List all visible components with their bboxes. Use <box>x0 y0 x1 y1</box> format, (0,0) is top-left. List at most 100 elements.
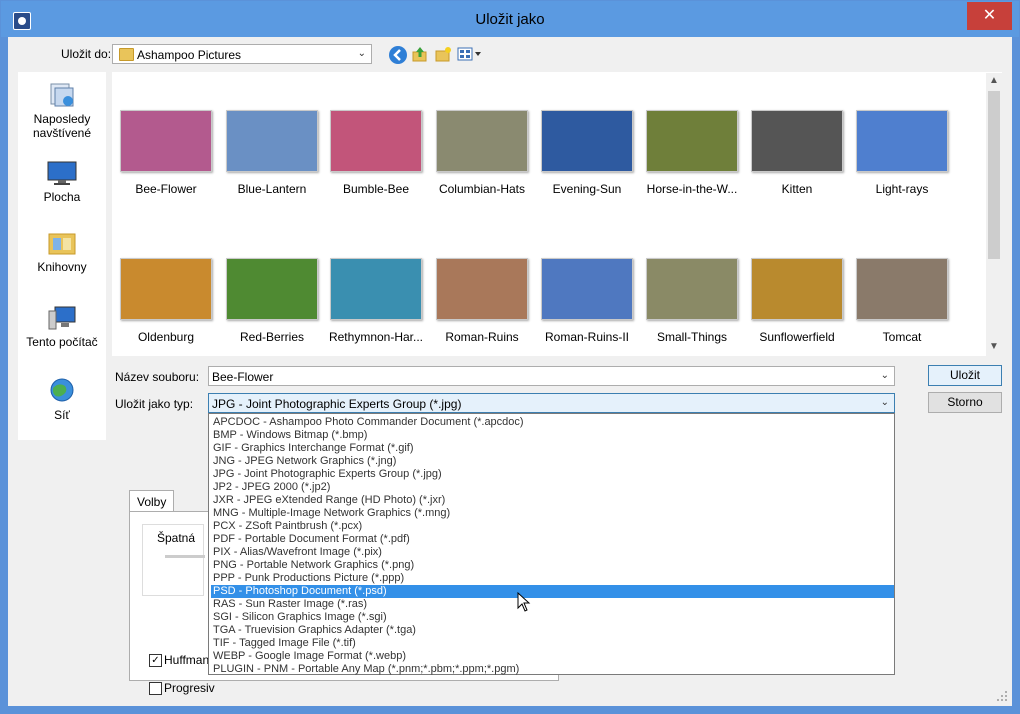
recent-places-icon <box>47 82 77 108</box>
thumbnail-image <box>751 110 843 172</box>
filetype-option[interactable]: APCDOC - Ashampoo Photo Commander Docume… <box>211 416 894 429</box>
filetype-option[interactable]: SGI - Silicon Graphics Image (*.sgi) <box>211 611 894 624</box>
thumbnail-image <box>226 258 318 320</box>
filetype-option[interactable]: JPG - Joint Photographic Experts Group (… <box>211 468 894 481</box>
save-in-value: Ashampoo Pictures <box>137 48 242 62</box>
filename-value: Bee-Flower <box>212 370 274 384</box>
place-computer[interactable]: Tento počítač <box>18 305 106 349</box>
place-recent-label: Naposledy navštívené <box>32 112 92 140</box>
thumbnail-image <box>330 110 422 172</box>
filetype-option[interactable]: JXR - JPEG eXtended Range (HD Photo) (*.… <box>211 494 894 507</box>
thumb-item[interactable]: Columbian-Hats <box>432 110 532 196</box>
dialog-client: Uložit do: Ashampoo Pictures ⌄ Naposledy… <box>8 37 1012 706</box>
quality-slider[interactable] <box>165 555 205 558</box>
thumbnail-image <box>856 110 948 172</box>
chevron-down-icon[interactable]: ⌄ <box>881 370 889 381</box>
save-in-combo[interactable]: Ashampoo Pictures ⌄ <box>112 44 372 64</box>
file-browser: Bee-Flower Blue-Lantern Bumble-Bee Colum… <box>112 72 1002 356</box>
filetype-option[interactable]: PPP - Punk Productions Picture (*.ppp) <box>211 572 894 585</box>
thumb-item[interactable]: Blue-Lantern <box>222 110 322 196</box>
thumbnail-image <box>646 110 738 172</box>
thumb-item[interactable]: Rethymnon-Har... <box>326 258 426 344</box>
filetype-option[interactable]: JNG - JPEG Network Graphics (*.jng) <box>211 455 894 468</box>
network-icon <box>47 378 77 404</box>
quality-low-label: Špatná <box>157 531 196 545</box>
libraries-icon <box>47 230 77 256</box>
thumb-item[interactable]: Small-Things <box>642 258 742 344</box>
close-button[interactable]: ✕ <box>967 2 1012 30</box>
filetype-option[interactable]: BMP - Windows Bitmap (*.bmp) <box>211 429 894 442</box>
progressive-checkbox[interactable] <box>149 682 162 695</box>
desktop-icon <box>47 160 77 186</box>
place-desktop[interactable]: Plocha <box>18 160 106 204</box>
filename-input[interactable]: Bee-Flower ⌄ <box>208 366 895 386</box>
thumb-item[interactable]: Light-rays <box>852 110 952 196</box>
thumb-item[interactable]: Kitten <box>747 110 847 196</box>
filetype-option[interactable]: TIF - Tagged Image File (*.tif) <box>211 637 894 650</box>
computer-icon <box>47 305 77 331</box>
resize-grip-icon[interactable] <box>996 690 1008 702</box>
filetype-option[interactable]: JP2 - JPEG 2000 (*.jp2) <box>211 481 894 494</box>
filetype-select[interactable]: JPG - Joint Photographic Experts Group (… <box>208 393 895 413</box>
thumbnail-image <box>226 110 318 172</box>
thumbnail-image <box>856 258 948 320</box>
thumb-item[interactable]: Roman-Ruins-II <box>537 258 637 344</box>
filetype-option[interactable]: PCX - ZSoft Paintbrush (*.pcx) <box>211 520 894 533</box>
new-folder-icon[interactable] <box>434 45 452 63</box>
place-libraries[interactable]: Knihovny <box>18 230 106 274</box>
scroll-down-icon[interactable]: ▼ <box>986 341 1002 352</box>
save-as-dialog: Uložit jako ✕ Uložit do: Ashampoo Pictur… <box>0 0 1020 714</box>
scroll-up-icon[interactable]: ▲ <box>986 75 1002 86</box>
filetype-option[interactable]: PLUGIN - PNM - Portable Any Map (*.pnm;*… <box>211 663 894 676</box>
thumb-item[interactable]: Roman-Ruins <box>432 258 532 344</box>
chevron-down-icon: ⌄ <box>357 48 366 59</box>
mouse-cursor-icon <box>517 591 531 612</box>
thumbnail-image <box>330 258 422 320</box>
thumb-item[interactable]: Tomcat <box>852 258 952 344</box>
filetype-label: Uložit jako typ: <box>115 397 194 411</box>
filetype-option[interactable]: GIF - Graphics Interchange Format (*.gif… <box>211 442 894 455</box>
filetype-option[interactable]: WEBP - Google Image Format (*.webp) <box>211 650 894 663</box>
filetype-option[interactable]: TGA - Truevision Graphics Adapter (*.tga… <box>211 624 894 637</box>
place-network[interactable]: Síť <box>18 378 106 422</box>
back-icon[interactable] <box>389 46 407 64</box>
thumbnail-image <box>120 110 212 172</box>
thumb-item[interactable]: Oldenburg <box>116 258 216 344</box>
thumb-item[interactable]: Evening-Sun <box>537 110 637 196</box>
folder-icon <box>119 48 134 61</box>
save-button[interactable]: Uložit <box>928 365 1002 386</box>
huffman-checkbox[interactable]: ✓ <box>149 654 162 667</box>
filetype-option[interactable]: PIX - Alias/Wavefront Image (*.pix) <box>211 546 894 559</box>
filetype-option[interactable]: PDF - Portable Document Format (*.pdf) <box>211 533 894 546</box>
thumb-item[interactable]: Bumble-Bee <box>326 110 426 196</box>
save-in-label: Uložit do: <box>61 47 112 61</box>
thumbnail-image <box>436 258 528 320</box>
tab-options[interactable]: Volby <box>129 490 175 512</box>
filetype-option[interactable]: PNG - Portable Network Graphics (*.png) <box>211 559 894 572</box>
quality-group: Špatná <box>142 524 205 596</box>
thumb-item[interactable]: Horse-in-the-W... <box>642 110 742 196</box>
filetype-option-selected[interactable]: PSD - Photoshop Document (*.psd) <box>211 585 894 598</box>
up-folder-icon[interactable] <box>411 45 429 63</box>
chevron-down-icon[interactable]: ⌄ <box>881 397 889 408</box>
place-recent[interactable]: Naposledy navštívené <box>18 82 106 140</box>
filetype-option[interactable]: MNG - Multiple-Image Network Graphics (*… <box>211 507 894 520</box>
thumbnail-image <box>646 258 738 320</box>
cancel-button[interactable]: Storno <box>928 392 1002 413</box>
place-computer-label: Tento počítač <box>26 335 98 349</box>
place-desktop-label: Plocha <box>43 190 81 204</box>
thumbnail-image <box>751 258 843 320</box>
thumb-item[interactable]: Sunflowerfield <box>747 258 847 344</box>
places-bar: Naposledy navštívené Plocha Knihovny Ten… <box>18 72 106 440</box>
title-bar: Uložit jako ✕ <box>1 1 1019 37</box>
view-menu-icon[interactable] <box>457 46 483 62</box>
filetype-dropdown-list: APCDOC - Ashampoo Photo Commander Docume… <box>208 413 895 675</box>
filetype-value: JPG - Joint Photographic Experts Group (… <box>212 397 462 411</box>
browser-scrollbar[interactable]: ▲ ▼ <box>986 73 1002 357</box>
place-libraries-label: Knihovny <box>37 260 87 274</box>
thumbnail-image <box>541 258 633 320</box>
filetype-option[interactable]: RAS - Sun Raster Image (*.ras) <box>211 598 894 611</box>
thumb-item[interactable]: Red-Berries <box>222 258 322 344</box>
scrollbar-thumb[interactable] <box>988 91 1000 259</box>
thumb-item[interactable]: Bee-Flower <box>116 110 216 196</box>
